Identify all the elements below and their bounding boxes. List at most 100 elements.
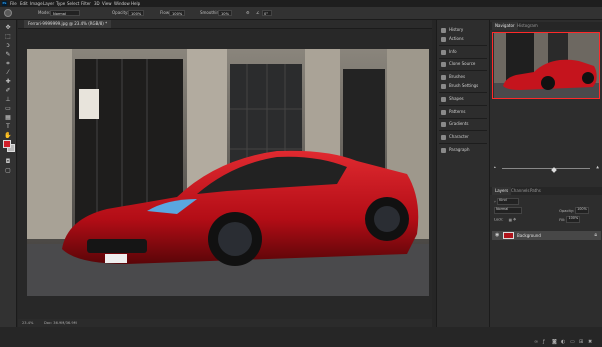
smoothing-value: 10% — [221, 12, 229, 16]
gradient-tool-icon[interactable]: ▦ — [3, 114, 13, 122]
menu-layer[interactable]: Layer — [43, 0, 54, 7]
menu-3d[interactable]: 3D — [94, 0, 100, 7]
angle-field[interactable]: 0° — [262, 10, 272, 16]
menu-help[interactable]: Help — [131, 0, 140, 7]
menu-select[interactable]: Select — [67, 0, 79, 7]
marquee-tool-icon[interactable]: ⬚ — [3, 33, 13, 41]
brush-tool-icon[interactable]: ✐ — [3, 87, 13, 95]
hand-tool-icon[interactable]: ✋ — [3, 132, 13, 140]
layer-name: Background — [517, 233, 541, 238]
divider — [439, 45, 487, 46]
panel-gradients[interactable]: Gradients — [441, 120, 469, 127]
menu-image[interactable]: Image — [30, 0, 43, 7]
angle-icon: ∠ — [256, 10, 260, 15]
panel-history[interactable]: History — [441, 26, 463, 33]
layers-tabs: Layers Channels Paths — [490, 187, 602, 195]
tools-panel: ✥ ⬚ ↄ ✎ ⌗ ⁄ ✚ ✐ ⊥ ▭ ▦ T ✋ ◘ ▢ — [0, 20, 17, 327]
menu-type[interactable]: Type — [56, 0, 65, 7]
zoom-slider-knob[interactable] — [551, 167, 557, 173]
brush-settings-icon — [441, 83, 446, 89]
layer-opacity-field[interactable]: 100% — [575, 207, 590, 214]
mode-select[interactable]: Normal — [50, 10, 80, 16]
menu-file[interactable]: File — [10, 0, 17, 7]
layer-filter-row: ⌕ Kind — [494, 198, 520, 205]
zoom-level[interactable]: 23.4% — [22, 319, 33, 327]
zoom-out-icon[interactable]: ▴ — [494, 165, 496, 169]
quick-mask-icon[interactable]: ◘ — [3, 158, 13, 166]
lock-position-icon[interactable]: ✥ — [513, 218, 516, 222]
panel-patterns[interactable]: Patterns — [441, 108, 465, 115]
photoshop-logo[interactable]: Ps — [2, 1, 7, 6]
history-icon — [441, 27, 446, 33]
mode-label: Mode: — [38, 10, 51, 15]
quick-select-tool-icon[interactable]: ✎ — [3, 51, 13, 59]
type-tool-icon[interactable]: T — [3, 123, 13, 131]
crop-tool-icon[interactable]: ⌗ — [3, 60, 13, 68]
document-tab[interactable]: Ferrari-9999999.jpg @ 23.4% (RGB/8) * — [24, 20, 112, 28]
brush-preset-icon[interactable] — [4, 9, 12, 17]
menu-bar: Ps File Edit Image Layer Type Select Fil… — [0, 0, 602, 7]
panel-info[interactable]: Info — [441, 48, 457, 55]
document-tab-bar: Ferrari-9999999.jpg @ 23.4% (RGB/8) * — [18, 20, 432, 29]
move-tool-icon[interactable]: ✥ — [3, 24, 13, 32]
flow-field[interactable]: 100% — [169, 10, 185, 16]
link-layers-icon[interactable]: ∞ — [534, 339, 538, 345]
menu-view[interactable]: View — [102, 0, 112, 7]
tab-paths[interactable]: Paths — [527, 187, 544, 195]
layers-footer: ∞ ƒ ◙ ◐ ▭ ⊞ ✖ — [490, 338, 602, 347]
panel-actions[interactable]: Actions — [441, 35, 464, 42]
tab-histogram[interactable]: Histogram — [514, 22, 541, 30]
actions-icon — [441, 36, 446, 42]
canvas-image[interactable] — [27, 49, 429, 296]
gear-icon[interactable]: ⚙ — [246, 7, 250, 19]
lasso-tool-icon[interactable]: ↄ — [3, 42, 13, 50]
divider — [439, 130, 487, 131]
menu-window[interactable]: Window — [114, 0, 130, 7]
opacity-value: 100% — [131, 12, 142, 16]
layer-style-icon[interactable]: ƒ — [543, 339, 545, 345]
shapes-icon — [441, 96, 446, 102]
fill-field[interactable]: 100% — [566, 216, 581, 223]
panel-shapes[interactable]: Shapes — [441, 95, 464, 102]
menu-edit[interactable]: Edit — [20, 0, 28, 7]
panel-brush-settings[interactable]: Brush Settings — [441, 82, 478, 89]
adjustment-layer-icon[interactable]: ◐ — [561, 339, 565, 345]
patterns-icon — [441, 109, 446, 115]
divider — [439, 70, 487, 71]
layer-kind-filter[interactable]: Kind — [497, 198, 520, 205]
delete-layer-icon[interactable]: ✖ — [588, 339, 592, 345]
blend-mode-select[interactable]: Normal — [494, 207, 522, 214]
panel-clone-source[interactable]: Clone Source — [441, 60, 475, 67]
new-layer-icon[interactable]: ⊞ — [579, 339, 583, 345]
screen-mode-icon[interactable]: ▢ — [3, 167, 13, 175]
smoothing-field[interactable]: 10% — [218, 10, 232, 16]
panel-paragraph[interactable]: Paragraph — [441, 146, 470, 153]
panel-brushes[interactable]: Brushes — [441, 73, 465, 80]
panel-character[interactable]: Character — [441, 133, 469, 140]
healing-brush-tool-icon[interactable]: ✚ — [3, 78, 13, 86]
clone-stamp-tool-icon[interactable]: ⊥ — [3, 96, 13, 104]
zoom-slider[interactable] — [502, 167, 590, 173]
divider — [439, 105, 487, 106]
layer-lock-row: Lock: ▦ ✥ Fill: 100% — [494, 216, 581, 223]
layer-thumbnail — [503, 232, 514, 239]
layer-blend-row: Normal Opacity: 100% — [494, 207, 590, 214]
new-group-icon[interactable]: ▭ — [570, 339, 575, 345]
add-mask-icon[interactable]: ◙ — [552, 339, 557, 345]
navigator-view-frame[interactable] — [492, 32, 600, 99]
foreground-color-swatch[interactable] — [3, 140, 11, 148]
ferrari-photo — [27, 49, 429, 296]
doc-size[interactable]: Doc: 36.9M/36.9M — [44, 319, 77, 327]
eye-icon[interactable]: ◉ — [495, 231, 499, 240]
divider — [439, 118, 487, 119]
eraser-tool-icon[interactable]: ▭ — [3, 105, 13, 113]
mode-value: Normal — [53, 12, 67, 16]
divider — [439, 58, 487, 59]
menu-filter[interactable]: Filter — [81, 0, 91, 7]
layer-row[interactable]: ◉ Background 🔒︎ — [492, 231, 601, 240]
clone-source-icon — [441, 61, 446, 67]
eyedropper-tool-icon[interactable]: ⁄ — [3, 69, 13, 77]
zoom-in-icon[interactable]: ▲ — [596, 165, 599, 169]
lock-pixels-icon[interactable]: ▦ — [509, 218, 512, 222]
opacity-field[interactable]: 100% — [128, 10, 144, 16]
